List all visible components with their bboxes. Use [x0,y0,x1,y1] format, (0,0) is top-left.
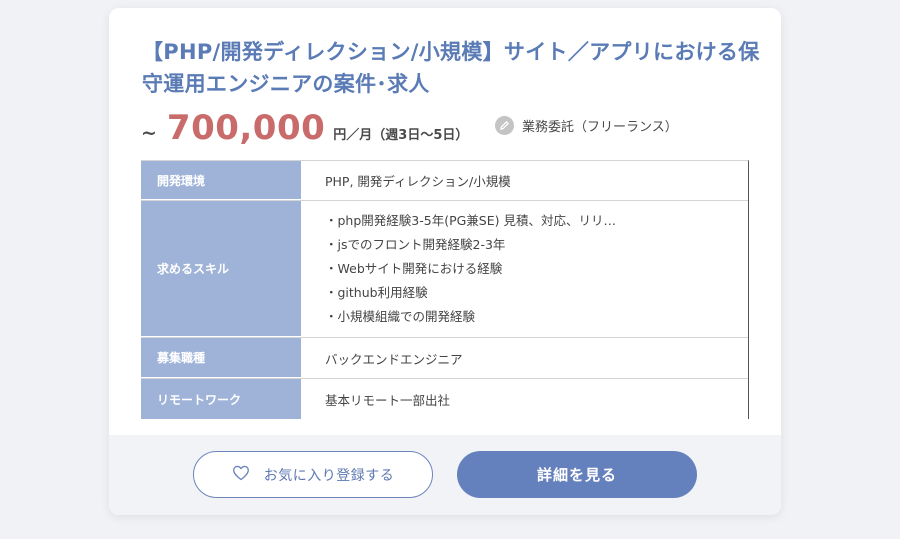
price-row: ~ 700,000 円／月（週3日～5日） [141,108,468,148]
row-value: PHP, 開発ディレクション/小規模 [325,174,511,189]
row-label: 求めるスキル [141,201,301,337]
table-row: 開発環境 PHP, 開発ディレクション/小規模 [141,161,748,201]
contract-type: 業務委託（フリーランス） [495,116,678,135]
card-footer: お気に入り登録する 詳細を見る [109,435,781,515]
row-label: 募集職種 [141,338,301,378]
skill-item: ・Webサイト開発における経験 [325,261,503,276]
favorite-button[interactable]: お気に入り登録する [193,451,433,498]
row-label: 開発環境 [141,161,301,200]
table-row: 募集職種 バックエンドエンジニア [141,338,748,379]
price-prefix: ~ [141,122,157,144]
table-row: 求めるスキル ・php開発経験3-5年(PG兼SE) 見積、対応、リリ… ・js… [141,201,748,338]
price-unit: 円／月（週3日～5日） [333,128,469,143]
heart-icon [232,465,250,485]
favorite-button-label: お気に入り登録する [263,467,395,484]
pencil-icon [495,116,514,135]
skill-item: ・小規模組織での開発経験 [325,309,476,324]
price-amount: 700,000 [166,108,326,148]
skill-item: ・github利用経験 [325,285,428,300]
row-value: バックエンドエンジニア [325,351,463,367]
contract-type-label: 業務委託（フリーランス） [522,120,678,135]
row-value: 基本リモート一部出社 [325,392,451,408]
job-title[interactable]: 【PHP/開発ディレクション/小規模】サイト／アプリにおける保守運用エンジニアの… [142,36,762,100]
skill-item: ・php開発経験3-5年(PG兼SE) 見積、対応、リリ… [325,213,616,228]
job-card: 【PHP/開発ディレクション/小規模】サイト／アプリにおける保守運用エンジニアの… [109,8,781,515]
skill-item: ・jsでのフロント開発経験2-3年 [325,237,506,252]
skill-list: ・php開発経験3-5年(PG兼SE) 見積、対応、リリ… ・jsでのフロント開… [301,201,748,337]
table-row: リモートワーク 基本リモート一部出社 [141,379,748,419]
job-details-table: 開発環境 PHP, 開発ディレクション/小規模 求めるスキル ・php開発経験3… [141,160,749,419]
view-details-button[interactable]: 詳細を見る [457,451,697,498]
row-label: リモートワーク [141,379,301,419]
